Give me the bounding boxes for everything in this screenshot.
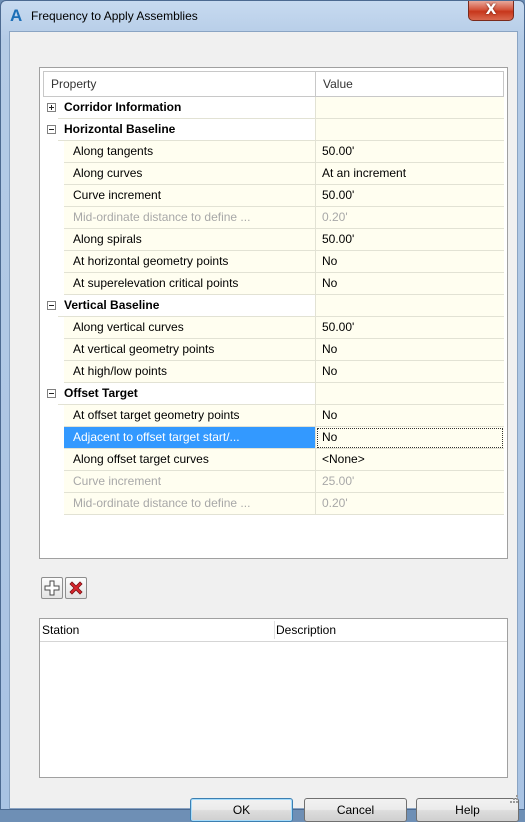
property-value[interactable]: 50.00' — [316, 229, 504, 251]
grid-property-row[interactable]: Along offset target curves <None> — [44, 449, 504, 471]
property-label: At horizontal geometry points — [73, 254, 229, 268]
delete-station-button[interactable] — [65, 577, 87, 599]
grid-category-row[interactable]: Offset Target — [44, 383, 504, 405]
property-value[interactable]: No — [316, 339, 504, 361]
ok-button[interactable]: OK — [190, 798, 293, 822]
grid-category-row[interactable]: Horizontal Baseline — [44, 119, 504, 141]
property-value — [316, 295, 504, 317]
property-label: At high/low points — [73, 364, 168, 378]
station-list[interactable]: Station Description — [39, 618, 508, 778]
row-divider — [64, 514, 504, 515]
app-icon: A — [10, 6, 23, 25]
dialog-client-area: Property Value Corridor Information Horiz… — [9, 31, 519, 822]
grid-property-row[interactable]: Curve increment 50.00' — [44, 185, 504, 207]
add-station-button[interactable] — [41, 577, 63, 599]
expand-icon[interactable] — [47, 103, 56, 112]
column-header-description[interactable]: Description — [276, 619, 336, 641]
property-label: Along spirals — [73, 232, 142, 246]
property-label: At vertical geometry points — [73, 342, 215, 356]
column-header-property[interactable]: Property — [44, 72, 315, 96]
property-value[interactable]: No — [316, 273, 504, 295]
property-value — [316, 97, 504, 119]
grid-property-row[interactable]: Along curves At an increment — [44, 163, 504, 185]
property-value[interactable]: No — [316, 427, 504, 449]
resize-grip-icon[interactable] — [509, 794, 519, 804]
property-value[interactable]: No — [316, 361, 504, 383]
property-value: 25.00' — [316, 471, 504, 493]
grid-property-row[interactable]: Curve increment 25.00' — [44, 471, 504, 493]
collapse-icon[interactable] — [47, 389, 56, 398]
property-value[interactable]: 50.00' — [316, 141, 504, 163]
grid-property-row[interactable]: At horizontal geometry points No — [44, 251, 504, 273]
close-button[interactable]: X — [468, 1, 514, 21]
property-label: Mid-ordinate distance to define ... — [73, 210, 251, 224]
property-value — [316, 119, 504, 141]
property-label: At superelevation critical points — [73, 276, 239, 290]
add-icon — [44, 580, 60, 596]
collapse-icon[interactable] — [47, 301, 56, 310]
property-label: Along offset target curves — [73, 452, 209, 466]
property-grid-header: Property Value — [43, 71, 504, 97]
dialog-window: A Frequency to Apply Assemblies X Proper… — [0, 0, 525, 822]
property-value: 0.20' — [316, 493, 504, 515]
property-value[interactable]: At an increment — [316, 163, 504, 185]
window-title: Frequency to Apply Assemblies — [31, 9, 198, 23]
station-list-header: Station Description — [40, 619, 507, 642]
property-value[interactable]: <None> — [316, 449, 504, 471]
column-divider[interactable] — [274, 621, 275, 639]
property-value — [316, 383, 504, 405]
property-label: Along tangents — [73, 144, 154, 158]
property-label: Mid-ordinate distance to define ... — [73, 496, 251, 510]
property-grid: Property Value Corridor Information Horiz… — [39, 67, 508, 559]
grid-property-row[interactable]: Along tangents 50.00' — [44, 141, 504, 163]
property-value[interactable]: 50.00' — [316, 185, 504, 207]
property-label: Curve increment — [73, 474, 162, 488]
grid-property-row[interactable]: At high/low points No — [44, 361, 504, 383]
property-label: Vertical Baseline — [64, 298, 160, 312]
column-header-station[interactable]: Station — [42, 619, 79, 641]
property-label: Along vertical curves — [73, 320, 184, 334]
title-bar[interactable]: A Frequency to Apply Assemblies X — [1, 1, 524, 31]
help-button[interactable]: Help — [416, 798, 519, 822]
grid-property-row[interactable]: At superelevation critical points No — [44, 273, 504, 295]
grid-property-row[interactable]: At offset target geometry points No — [44, 405, 504, 427]
property-value[interactable]: No — [316, 405, 504, 427]
property-value[interactable]: No — [316, 251, 504, 273]
grid-property-row[interactable]: At vertical geometry points No — [44, 339, 504, 361]
grid-category-row[interactable]: Vertical Baseline — [44, 295, 504, 317]
cancel-button[interactable]: Cancel — [304, 798, 407, 822]
property-label: Adjacent to offset target start/... — [73, 430, 240, 444]
property-label: Along curves — [73, 166, 143, 180]
property-label: At offset target geometry points — [73, 408, 240, 422]
grid-property-row[interactable]: Along spirals 50.00' — [44, 229, 504, 251]
property-label: Curve increment — [73, 188, 162, 202]
delete-icon — [69, 581, 83, 595]
property-label: Corridor Information — [64, 100, 182, 114]
grid-property-row[interactable]: Mid-ordinate distance to define ... 0.20' — [44, 493, 504, 515]
grid-property-row[interactable]: Adjacent to offset target start/... No — [44, 427, 504, 449]
grid-property-row[interactable]: Along vertical curves 50.00' — [44, 317, 504, 339]
property-label: Offset Target — [64, 386, 138, 400]
property-value: 0.20' — [316, 207, 504, 229]
column-header-value[interactable]: Value — [316, 72, 504, 96]
close-icon: X — [485, 2, 497, 18]
property-value[interactable]: 50.00' — [316, 317, 504, 339]
property-label: Horizontal Baseline — [64, 122, 176, 136]
grid-property-row[interactable]: Mid-ordinate distance to define ... 0.20' — [44, 207, 504, 229]
collapse-icon[interactable] — [47, 125, 56, 134]
grid-category-row[interactable]: Corridor Information — [44, 97, 504, 119]
